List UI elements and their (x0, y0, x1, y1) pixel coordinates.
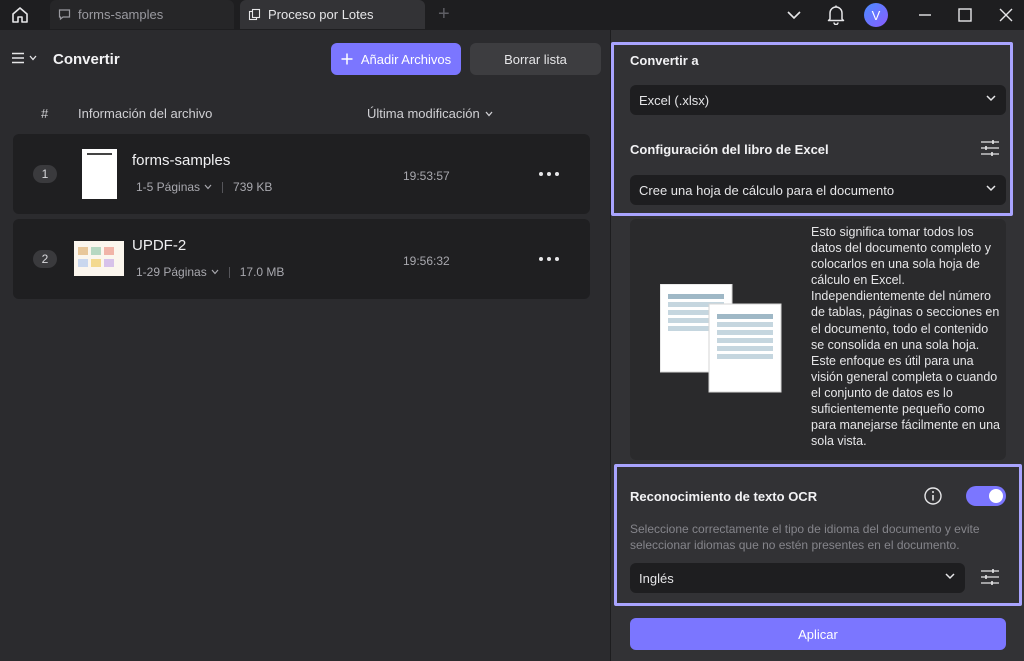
home-icon (12, 7, 28, 23)
more-options-button[interactable] (539, 168, 559, 180)
page-title: Convertir (53, 51, 120, 68)
file-name: forms-samples (132, 152, 231, 169)
file-size: 17.0 MB (239, 265, 285, 279)
column-header-file-info: Información del archivo (78, 106, 213, 121)
page-range-selector[interactable]: 1-29 Páginas (136, 265, 219, 279)
tab-forms-samples[interactable]: forms-samples (50, 0, 234, 29)
comment-icon (58, 8, 72, 22)
chevron-down-icon (204, 184, 212, 190)
more-dot (539, 257, 543, 261)
close-window-button[interactable] (995, 4, 1017, 26)
column-header-index: # (41, 106, 49, 121)
info-icon (924, 487, 942, 505)
chevron-down-icon (945, 573, 955, 580)
hamburger-menu-icon (12, 52, 24, 64)
bell-icon (827, 5, 845, 25)
file-modified-time: 19:56:32 (403, 254, 450, 268)
ocr-label: Reconocimiento de texto OCR (630, 489, 818, 504)
dropdown-menu-button[interactable] (783, 4, 805, 26)
file-row[interactable]: 2 UPDF-2 1-29 Páginas 17.0 MB 19:56:32 (13, 219, 590, 299)
workbook-settings-button[interactable] (980, 138, 1002, 160)
file-list-panel: Convertir Añadir Archivos Borrar lista #… (0, 30, 610, 661)
ocr-language-select[interactable]: Inglés (630, 563, 965, 593)
sliders-icon (981, 140, 999, 156)
more-dot (547, 172, 551, 176)
file-thumbnail (82, 149, 117, 199)
page-range-label: 1-29 Páginas (136, 265, 207, 279)
new-tab-button[interactable]: + (438, 4, 450, 24)
meta-divider (228, 266, 230, 278)
file-modified-time: 19:53:57 (403, 169, 450, 183)
ocr-language-value: Inglés (639, 570, 674, 586)
tab-batch-process[interactable]: Proceso por Lotes (240, 0, 425, 29)
file-size: 739 KB (233, 180, 273, 194)
ocr-description: Seleccione correctamente el tipo de idio… (630, 522, 980, 552)
ocr-toggle[interactable] (966, 486, 1006, 506)
row-index: 1 (33, 165, 57, 183)
tab-label: forms-samples (78, 7, 164, 22)
title-bar: forms-samples Proceso por Lotes + V (0, 0, 1024, 30)
chevron-down-icon (787, 11, 801, 20)
convert-to-label: Convertir a (630, 53, 699, 68)
workbook-mode-description: Esto significa tomar todos los datos del… (811, 225, 1001, 449)
more-dot (539, 172, 543, 176)
maximize-button[interactable] (954, 4, 976, 26)
column-header-modified-label: Última modificación (367, 106, 480, 121)
apply-button[interactable]: Aplicar (630, 618, 1006, 650)
notifications-button[interactable] (825, 4, 847, 26)
output-format-select[interactable]: Excel (.xlsx) (630, 85, 1006, 115)
chevron-down-icon (986, 185, 996, 192)
workbook-mode-select[interactable]: Cree una hoja de cálculo para el documen… (630, 175, 1006, 205)
column-header-modified[interactable]: Última modificación (367, 106, 493, 121)
toggle-knob (989, 489, 1003, 503)
plus-icon (341, 53, 353, 65)
page-range-label: 1-5 Páginas (136, 180, 201, 194)
workbook-mode-value: Cree una hoja de cálculo para el documen… (639, 182, 895, 198)
add-files-button[interactable]: Añadir Archivos (331, 43, 461, 75)
row-index: 2 (33, 250, 57, 268)
sliders-icon (981, 569, 999, 585)
menu-button[interactable] (11, 51, 37, 65)
workbook-settings-label: Configuración del libro de Excel (630, 142, 829, 157)
home-button[interactable] (6, 3, 34, 27)
more-dot (555, 257, 559, 261)
maximize-icon (958, 8, 972, 22)
file-row[interactable]: 1 forms-samples 1-5 Páginas 739 KB 19:53… (13, 134, 590, 214)
file-thumbnail (74, 241, 124, 276)
file-meta: 1-5 Páginas 739 KB (136, 180, 272, 194)
tab-label: Proceso por Lotes (268, 7, 374, 22)
chevron-down-icon (986, 95, 996, 102)
add-files-label: Añadir Archivos (360, 51, 452, 67)
chevron-down-icon (211, 269, 219, 275)
ocr-info-button[interactable] (923, 486, 943, 506)
file-name: UPDF-2 (132, 237, 187, 254)
more-dot (547, 257, 551, 261)
conversion-settings-panel: Convertir a Excel (.xlsx) Configuración … (610, 30, 1024, 661)
clear-list-button[interactable]: Borrar lista (470, 43, 601, 75)
spreadsheet-illustration (660, 284, 782, 393)
minimize-icon (919, 14, 931, 16)
close-icon (999, 8, 1013, 22)
more-dot (555, 172, 559, 176)
batch-icon (248, 8, 262, 22)
output-format-value: Excel (.xlsx) (639, 92, 710, 108)
chevron-down-icon (29, 55, 37, 61)
minimize-button[interactable] (914, 4, 936, 26)
user-avatar[interactable]: V (864, 3, 888, 27)
workbook-mode-description-card: Esto significa tomar todos los datos del… (630, 219, 1006, 460)
meta-divider (222, 181, 224, 193)
more-options-button[interactable] (539, 253, 559, 265)
page-range-selector[interactable]: 1-5 Páginas (136, 180, 212, 194)
file-meta: 1-29 Páginas 17.0 MB (136, 265, 284, 279)
ocr-settings-button[interactable] (980, 567, 1002, 589)
chevron-down-icon (485, 111, 493, 116)
